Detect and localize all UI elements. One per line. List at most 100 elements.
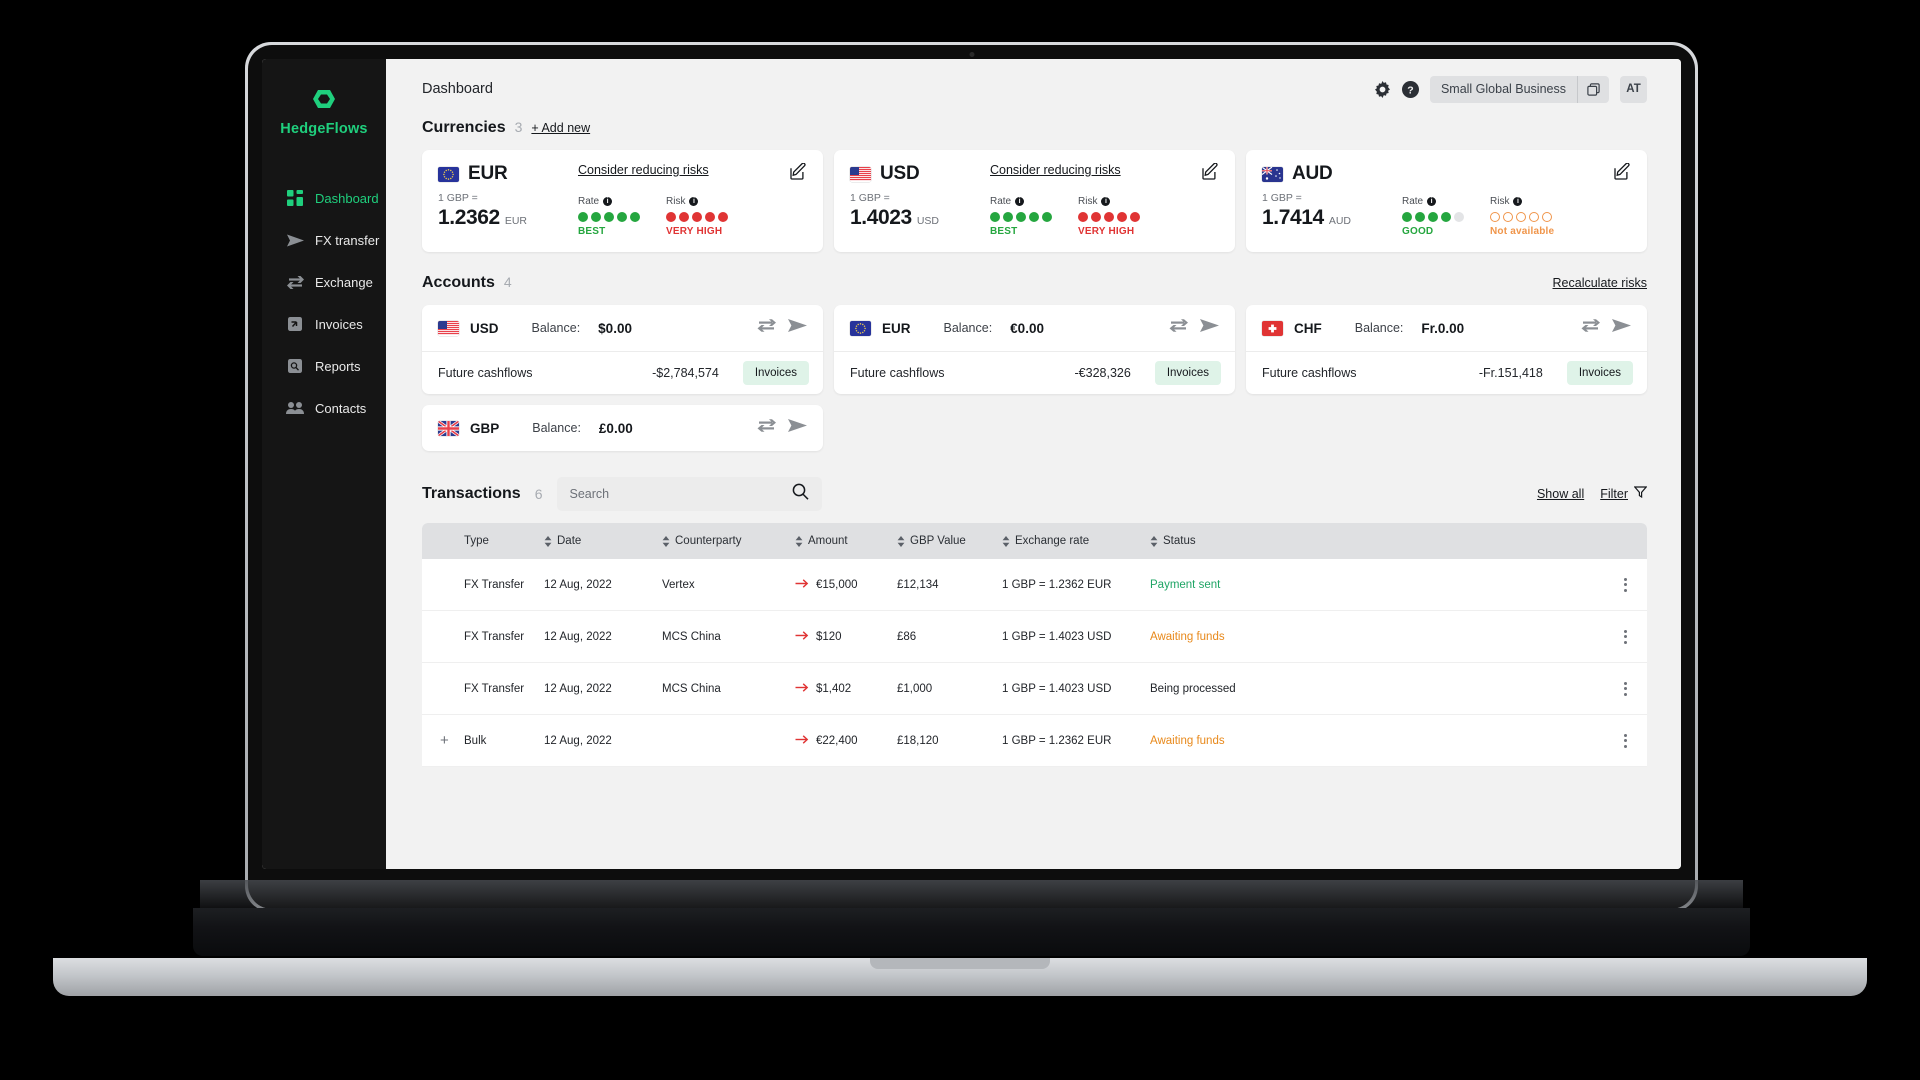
invoices-button[interactable]: Invoices: [1154, 361, 1221, 385]
sidebar-item-exchange[interactable]: Exchange: [262, 261, 386, 303]
info-icon[interactable]: i: [1101, 197, 1111, 206]
cell-exchange-rate: 1 GBP = 1.4023 USD: [1002, 682, 1112, 695]
cell-gbp-value: £86: [897, 630, 917, 643]
filter-link[interactable]: Filter: [1600, 487, 1628, 501]
sort-icon[interactable]: [1002, 535, 1010, 547]
transactions-count: 6: [534, 486, 543, 502]
meter-dot: [1542, 212, 1552, 222]
currency-card-aud[interactable]: AUD 1 GBP = 1.7414 AUD Rate i GOOD Risk i Not ava…: [1246, 150, 1647, 252]
table-row[interactable]: FX Transfer 12 Aug, 2022 MCS China $120 £86 1…: [422, 611, 1647, 663]
help-icon[interactable]: ?: [1401, 80, 1419, 98]
invoices-button[interactable]: Invoices: [742, 361, 809, 385]
row-menu[interactable]: [1603, 681, 1647, 696]
sidebar-item-fx-transfer[interactable]: FX transfer: [262, 219, 386, 261]
exchange-icon[interactable]: [1581, 318, 1600, 338]
contacts-icon: [286, 399, 304, 417]
column-header-gbp-value[interactable]: GBP Value: [897, 535, 1002, 547]
meter-dot: [1091, 212, 1101, 222]
sidebar-item-label: FX transfer: [315, 232, 380, 248]
hedgeflows-logo-icon: [262, 85, 386, 113]
table-body: FX Transfer 12 Aug, 2022 Vertex €15,000 £12,…: [422, 559, 1647, 767]
expand-cell[interactable]: +: [422, 733, 464, 748]
info-icon[interactable]: i: [1427, 197, 1437, 206]
row-menu[interactable]: [1603, 629, 1647, 644]
send-icon[interactable]: [788, 418, 807, 438]
avatar[interactable]: AT: [1620, 75, 1647, 103]
search-box[interactable]: [556, 477, 822, 511]
meter-dot: [591, 212, 601, 222]
sidebar-item-reports[interactable]: Reports: [262, 345, 386, 387]
expand-row-button[interactable]: +: [440, 733, 449, 748]
column-header-status[interactable]: Status: [1150, 535, 1603, 547]
column-header-date[interactable]: Date: [544, 535, 662, 547]
table-row[interactable]: FX Transfer 12 Aug, 2022 Vertex €15,000 £12,…: [422, 559, 1647, 611]
sort-icon[interactable]: [544, 535, 552, 547]
meter-dot: [630, 212, 640, 222]
copy-icon[interactable]: [1577, 75, 1609, 103]
search-icon[interactable]: [792, 483, 809, 505]
sidebar-item-label: Contacts: [315, 400, 367, 416]
balance-value: €0.00: [1010, 320, 1044, 336]
meter-dot: [1490, 212, 1500, 222]
exchange-icon[interactable]: [1169, 318, 1188, 338]
laptop-notch: [870, 958, 1050, 969]
filter-icon[interactable]: [1633, 485, 1648, 503]
invoices-button[interactable]: Invoices: [1566, 361, 1633, 385]
sort-icon[interactable]: [662, 535, 670, 547]
info-icon[interactable]: i: [1015, 197, 1025, 206]
kebab-menu-icon[interactable]: [1623, 629, 1627, 644]
info-icon[interactable]: i: [603, 197, 613, 206]
sidebar-item-dashboard[interactable]: Dashboard: [262, 177, 386, 219]
sidebar-item-contacts[interactable]: Contacts: [262, 387, 386, 429]
edit-icon[interactable]: [1202, 162, 1219, 185]
edit-icon[interactable]: [1614, 162, 1631, 185]
column-header-exchange-rate[interactable]: Exchange rate: [1002, 535, 1150, 547]
recalculate-risks-link[interactable]: Recalculate risks: [1553, 276, 1647, 290]
currency-card-eur[interactable]: EUR 1 GBP = 1.2362 EUR Consider reducing ris…: [422, 150, 823, 252]
exchange-icon[interactable]: [757, 318, 776, 338]
account-card-chf[interactable]: CHF Balance: Fr.0.00 Future cashflows -Fr.15…: [1246, 305, 1647, 394]
consider-reducing-risks-link[interactable]: Consider reducing risks: [578, 163, 709, 177]
risk-dots: [666, 212, 728, 222]
row-menu[interactable]: [1603, 733, 1647, 748]
sort-icon[interactable]: [897, 535, 905, 547]
gear-icon[interactable]: [1374, 80, 1391, 98]
info-icon[interactable]: i: [689, 197, 699, 206]
column-header-counterparty[interactable]: Counterparty: [662, 535, 795, 547]
sort-icon[interactable]: [795, 535, 803, 547]
sidebar-item-invoices[interactable]: Invoices: [262, 303, 386, 345]
exchange-icon: [286, 273, 304, 291]
row-menu[interactable]: [1603, 577, 1647, 592]
consider-reducing-risks-link[interactable]: Consider reducing risks: [990, 163, 1121, 177]
info-icon[interactable]: i: [1513, 197, 1523, 206]
currency-card-usd[interactable]: USD 1 GBP = 1.4023 USD Consider reducing ris…: [834, 150, 1235, 252]
rate-meter: Rate i GOOD: [1402, 196, 1464, 237]
column-header-type[interactable]: Type: [464, 535, 544, 547]
table-row[interactable]: + Bulk 12 Aug, 2022 €22,400 £18,120 1 GBP = 1…: [422, 715, 1647, 767]
show-all-link[interactable]: Show all: [1537, 487, 1584, 501]
us-flag: [850, 166, 871, 182]
balance-value: $0.00: [598, 320, 632, 336]
kebab-menu-icon[interactable]: [1623, 577, 1627, 592]
exchange-icon[interactable]: [757, 418, 776, 438]
search-input[interactable]: [569, 487, 784, 501]
send-icon[interactable]: [788, 318, 807, 338]
kebab-menu-icon[interactable]: [1623, 681, 1627, 696]
org-selector[interactable]: Small Global Business: [1429, 75, 1609, 103]
risk-meter-label: Risk: [1078, 196, 1098, 207]
kebab-menu-icon[interactable]: [1623, 733, 1627, 748]
currencies-title: Currencies: [422, 119, 506, 136]
column-header-amount[interactable]: Amount: [795, 535, 897, 547]
meter-dot: [1130, 212, 1140, 222]
edit-icon[interactable]: [790, 162, 807, 185]
webcam-icon: [969, 52, 974, 57]
topbar: Dashboard ? Small Global Business AT: [386, 59, 1681, 119]
send-icon[interactable]: [1200, 318, 1219, 338]
account-card-eur[interactable]: EUR Balance: €0.00 Future cashflows -€328,32…: [834, 305, 1235, 394]
send-icon[interactable]: [1612, 318, 1631, 338]
add-new-currency-link[interactable]: + Add new: [531, 121, 590, 135]
table-row[interactable]: FX Transfer 12 Aug, 2022 MCS China $1,402 £1…: [422, 663, 1647, 715]
account-card-gbp[interactable]: GBP Balance: £0.00: [422, 405, 823, 451]
sort-icon[interactable]: [1150, 535, 1158, 547]
account-card-usd[interactable]: USD Balance: $0.00 Future cashflows -$2,784,…: [422, 305, 823, 394]
